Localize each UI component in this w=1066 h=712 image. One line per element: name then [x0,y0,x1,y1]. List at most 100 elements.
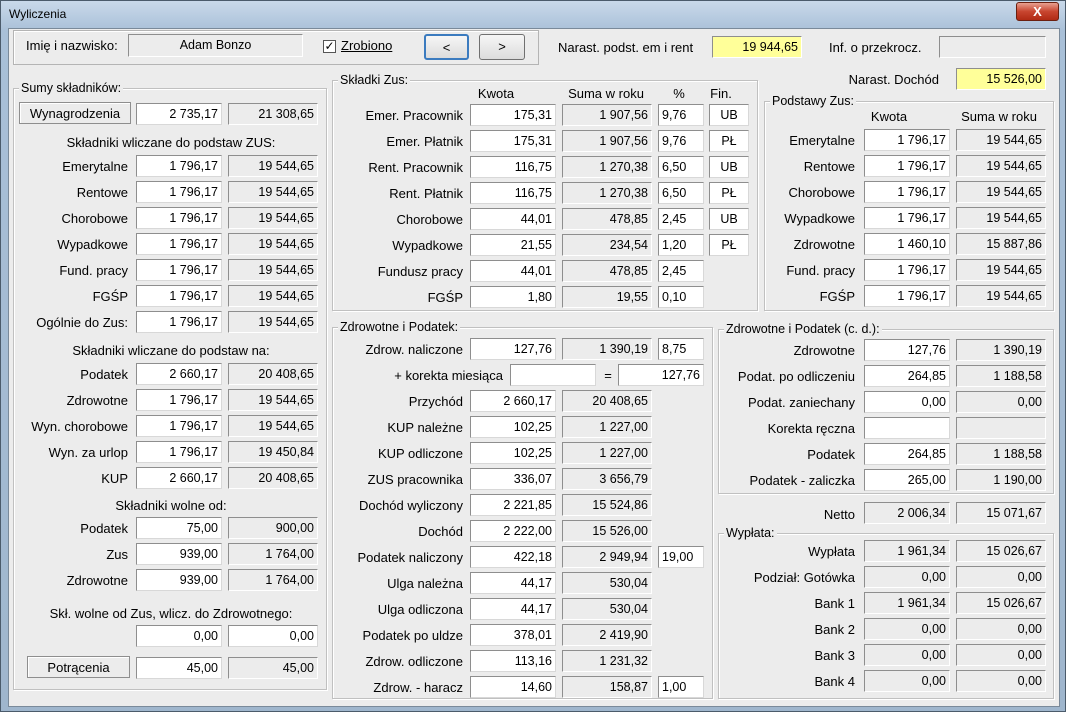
sumy-zus-label: Wypadkowe [57,237,128,252]
podstawy-kwota[interactable]: 1 796,17 [864,129,950,151]
zdrow-label: Dochód wyliczony [358,498,463,513]
zdrowcd-kwota[interactable]: 127,76 [864,339,950,361]
skladki-pct[interactable]: 9,76 [658,130,704,152]
wyn-kwota[interactable]: 2 735,17 [136,103,222,125]
zdrow-kwota[interactable]: 113,16 [470,650,556,672]
zdrow-naliczone-kwota[interactable]: 127,76 [470,338,556,360]
podstawy-kwota[interactable]: 1 796,17 [864,181,950,203]
podstawy-kwota[interactable]: 1 796,17 [864,285,950,307]
zdrow-kwota[interactable]: 44,17 [470,572,556,594]
wyplata-label: Bank 3 [814,648,855,663]
title-bar[interactable]: Wyliczenia X [1,1,1065,27]
zdrow-pct[interactable]: 19,00 [658,546,704,568]
zdrow-naliczone-pct[interactable]: 8,75 [658,338,704,360]
skladki-label: Rent. Płatnik [389,186,463,201]
sumy-zus-kwota[interactable]: 1 796,17 [136,285,222,307]
zdrowcd-kwota[interactable]: 264,85 [864,365,950,387]
skladki-kwota[interactable]: 175,31 [470,104,556,126]
sumy-zus-kwota[interactable]: 1 796,17 [136,311,222,333]
done-label[interactable]: Zrobiono [341,38,392,53]
sumy-zus-kwota[interactable]: 1 796,17 [136,155,222,177]
sumy-na-kwota[interactable]: 2 660,17 [136,363,222,385]
dochod-label: Narast. Dochód [848,72,939,87]
skladki-suma: 478,85 [562,208,652,230]
skladki-kwota[interactable]: 175,31 [470,130,556,152]
prev-button[interactable]: < [424,34,469,60]
zdrow-kwota[interactable]: 2 222,00 [470,520,556,542]
skladki-fin[interactable]: PŁ [709,182,749,204]
potracenia-tab[interactable]: Potrącenia [27,656,130,678]
sumy-zus-label: FGŚP [92,289,128,304]
sumy-na-suma: 19 450,84 [228,441,318,463]
podstawy-kwota[interactable]: 1 460,10 [864,233,950,255]
skladki-pct[interactable]: 2,45 [658,260,704,282]
skladki-kwota[interactable]: 21,55 [470,234,556,256]
sumy-wolne-label: Zus [106,547,128,562]
skladki-pct[interactable]: 6,50 [658,182,704,204]
podstawy-kwota[interactable]: 1 796,17 [864,259,950,281]
skladki-pct[interactable]: 6,50 [658,156,704,178]
zdrow-kwota[interactable]: 2 660,17 [470,390,556,412]
skladki-fin[interactable]: UB [709,104,749,126]
wynagrodzenia-tab[interactable]: Wynagrodzenia [19,102,131,124]
zdrowcd-kwota[interactable]: 0,00 [864,391,950,413]
skladki-fin[interactable]: PŁ [709,234,749,256]
zdrowcd-kwota[interactable] [864,417,950,439]
podstawy-kwota[interactable]: 1 796,17 [864,155,950,177]
podstawy-label: Zdrowotne [793,237,855,252]
sumy-wolne-kwota[interactable]: 939,00 [136,543,222,565]
skladki-header-kwota: Kwota [477,86,515,101]
skladki-fin[interactable]: UB [709,156,749,178]
skladki-fin[interactable]: PŁ [709,130,749,152]
next-button[interactable]: > [479,34,525,60]
podstawy-kwota[interactable]: 1 796,17 [864,207,950,229]
skladki-kwota[interactable]: 44,01 [470,208,556,230]
skladki-kwota[interactable]: 116,75 [470,156,556,178]
korekta-input[interactable] [510,364,596,386]
sumy-wolne-kwota[interactable]: 75,00 [136,517,222,539]
inf-field [939,36,1046,58]
zdrowcd-kwota[interactable]: 265,00 [864,469,950,491]
skladki-pct[interactable]: 2,45 [658,208,704,230]
potr-kwota[interactable]: 45,00 [136,657,222,679]
skladki-fin[interactable]: UB [709,208,749,230]
zdrowcd-kwota[interactable]: 264,85 [864,443,950,465]
skl-wolne-suma[interactable]: 0,00 [228,625,318,647]
zdrow-kwota[interactable]: 2 221,85 [470,494,556,516]
sumy-wolne-kwota[interactable]: 939,00 [136,569,222,591]
skladki-kwota[interactable]: 44,01 [470,260,556,282]
skladki-kwota[interactable]: 116,75 [470,182,556,204]
sumy-zus-kwota[interactable]: 1 796,17 [136,259,222,281]
sumy-na-kwota[interactable]: 2 660,17 [136,467,222,489]
zdrow-kwota[interactable]: 378,01 [470,624,556,646]
sumy-zus-kwota[interactable]: 1 796,17 [136,207,222,229]
wyn-suma: 21 308,65 [228,103,318,125]
close-button[interactable]: X [1016,2,1059,21]
sumy-zus-kwota[interactable]: 1 796,17 [136,233,222,255]
zdrow-kwota[interactable]: 102,25 [470,416,556,438]
wolne-subtitle: Składniki wolne od: [115,498,227,513]
sumy-na-kwota[interactable]: 1 796,17 [136,441,222,463]
sumy-zus-kwota[interactable]: 1 796,17 [136,181,222,203]
skladki-pct[interactable]: 0,10 [658,286,704,308]
done-checkbox[interactable]: ✓ [323,40,336,53]
zdrow-pct[interactable]: 1,00 [658,676,704,698]
netto-kwota: 2 006,34 [864,502,950,524]
zdrow-label: ZUS pracownika [367,472,463,487]
sumy-na-kwota[interactable]: 1 796,17 [136,415,222,437]
skladki-kwota[interactable]: 1,80 [470,286,556,308]
sumy-na-kwota[interactable]: 1 796,17 [136,389,222,411]
zdrow-kwota[interactable]: 422,18 [470,546,556,568]
zdrowcd-label: Podatek [807,447,855,462]
zdrow-kwota[interactable]: 102,25 [470,442,556,464]
zdrow-kwota[interactable]: 44,17 [470,598,556,620]
zdrow-kwota[interactable]: 14,60 [470,676,556,698]
skladki-pct[interactable]: 9,76 [658,104,704,126]
skl-wolne-kwota[interactable]: 0,00 [136,625,222,647]
podstawy-suma: 19 544,65 [956,207,1046,229]
skladki-pct[interactable]: 1,20 [658,234,704,256]
zdrow-kwota[interactable]: 336,07 [470,468,556,490]
sumy-title: Sumy składników: [19,81,124,95]
podstawy-label: FGŚP [819,289,855,304]
wyplata-kwota: 0,00 [864,566,950,588]
